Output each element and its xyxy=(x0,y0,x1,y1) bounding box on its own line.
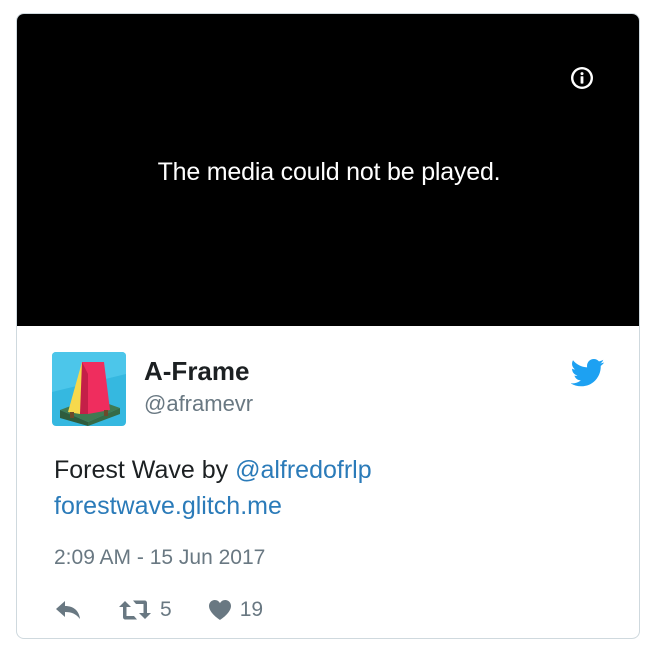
retweet-count: 5 xyxy=(160,598,172,621)
tweet-text: Forest Wave by @alfredofrlp forestwave.g… xyxy=(54,452,594,524)
like-button[interactable]: 19 xyxy=(208,598,263,622)
media-player[interactable]: The media could not be played. xyxy=(17,14,639,326)
tweet-timestamp[interactable]: 2:09 AM - 15 Jun 2017 xyxy=(54,546,265,570)
like-count: 19 xyxy=(239,598,264,621)
mention-link[interactable]: @alfredofrlp xyxy=(235,456,372,484)
a-frame-logo-icon xyxy=(52,352,126,426)
tweet-body: A-Frame @aframevr Forest Wave by @alfred… xyxy=(17,326,639,638)
tweet-text-prefix: Forest Wave by xyxy=(54,456,236,484)
info-icon[interactable] xyxy=(570,66,594,90)
tweet-embed-card: The media could not be played. A-Frame @… xyxy=(16,13,640,639)
reply-button[interactable] xyxy=(54,599,82,621)
media-error-message: The media could not be played. xyxy=(157,158,501,186)
avatar[interactable] xyxy=(52,352,126,426)
tweet-actions: 5 19 xyxy=(54,596,293,624)
author-display-name[interactable]: A-Frame xyxy=(144,356,249,387)
twitter-bird-icon[interactable] xyxy=(570,359,605,387)
retweet-button[interactable]: 5 xyxy=(118,598,172,622)
heart-icon xyxy=(208,599,232,621)
url-link[interactable]: forestwave.glitch.me xyxy=(54,492,282,520)
retweet-icon xyxy=(118,599,152,621)
author-handle[interactable]: @aframevr xyxy=(144,391,253,417)
reply-icon xyxy=(54,599,82,621)
